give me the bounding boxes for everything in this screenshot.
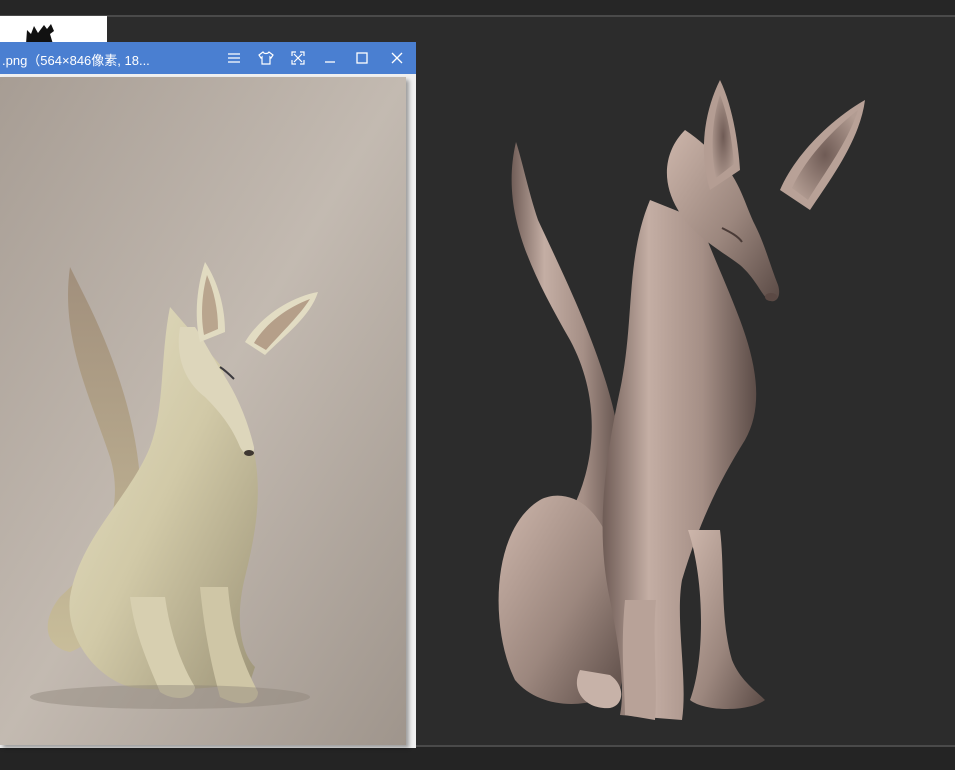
image-viewer-window[interactable]: .png（564×846像素, 18... — [0, 42, 416, 748]
reference-thumbnail[interactable] — [0, 16, 107, 44]
skin-button[interactable] — [251, 42, 281, 74]
viewer-titlebar[interactable]: .png（564×846像素, 18... — [0, 42, 416, 74]
bottom-toolbar-strip — [0, 747, 955, 770]
maximize-button[interactable] — [347, 42, 377, 74]
minimize-icon — [325, 61, 335, 63]
fox-3d-model[interactable] — [420, 60, 940, 740]
menu-button[interactable] — [219, 42, 249, 74]
maximize-icon — [356, 52, 368, 64]
close-icon — [391, 52, 403, 64]
fox-photo — [0, 77, 406, 745]
shirt-icon — [258, 51, 274, 65]
viewport-top-border — [0, 15, 955, 17]
menu-icon — [228, 53, 240, 63]
top-toolbar-strip — [0, 0, 955, 15]
fox-silhouette-icon — [26, 24, 54, 44]
minimize-button[interactable] — [315, 42, 345, 74]
close-button[interactable] — [382, 42, 412, 74]
viewer-title: .png（564×846像素, 18... — [2, 53, 150, 68]
fit-screen-icon — [291, 51, 305, 65]
fit-screen-button[interactable] — [283, 42, 313, 74]
viewer-canvas[interactable] — [0, 74, 416, 748]
